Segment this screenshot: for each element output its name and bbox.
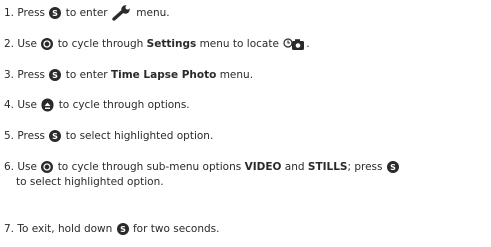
step-text: menu. [219, 69, 254, 81]
step-4: 4. Use to cycle through options. [4, 98, 485, 113]
svg-text:S: S [52, 71, 58, 80]
up-button-icon [41, 98, 54, 112]
step-text: Use [17, 38, 37, 50]
step-text: to cycle through options. [58, 99, 190, 111]
svg-text:S: S [52, 9, 58, 18]
step-6: 6. Use to cycle through sub-menu options… [4, 160, 485, 190]
step-text: To exit, hold down [17, 223, 113, 235]
step-number: 4. [4, 99, 15, 111]
step-text: ; press [347, 161, 383, 173]
select-button-icon: S [116, 223, 129, 235]
step-text: Use [17, 99, 37, 111]
step-number: 2. [4, 38, 15, 50]
step-number: 1. [4, 7, 15, 19]
step-1: 1. Press S to enter menu. [4, 5, 485, 21]
step-7: 7. To exit, hold down S for two seconds. [4, 222, 485, 237]
svg-text:S: S [52, 132, 58, 141]
step-text: to select highlighted option. [65, 130, 214, 142]
step-text: and [284, 161, 305, 173]
step-text: to enter [65, 69, 108, 81]
select-button-icon: S [49, 69, 62, 81]
stills-label: STILLS [307, 161, 348, 173]
step-text: to select highlighted option. [16, 176, 164, 188]
step-text: Press [17, 7, 46, 19]
step-text: to enter [65, 7, 108, 19]
step-text: Press [17, 130, 46, 142]
step-5: 5. Press S to select highlighted option. [4, 129, 485, 144]
video-label: VIDEO [244, 161, 282, 173]
step-text: to cycle through sub-menu options [57, 161, 242, 173]
select-button-icon: S [49, 7, 62, 19]
step-number: 7. [4, 223, 15, 235]
settings-label: Settings [146, 38, 197, 50]
cycle-button-icon [41, 38, 54, 50]
step-number: 3. [4, 69, 15, 81]
step-text: . [306, 38, 310, 50]
svg-text:S: S [390, 163, 396, 172]
wrench-icon [112, 5, 132, 21]
svg-text:S: S [120, 225, 126, 234]
step-text: to cycle through [57, 38, 144, 50]
step-text: menu. [136, 7, 170, 19]
cycle-button-icon [41, 161, 54, 173]
step-text: for two seconds. [132, 223, 220, 235]
select-button-icon: S [49, 130, 62, 142]
step-2: 2. Use to cycle through Settings menu to… [4, 37, 485, 52]
time-lapse-camera-icon [283, 37, 305, 51]
step-3: 3. Press S to enter Time Lapse Photo men… [4, 68, 485, 83]
step-text: menu to locate [199, 38, 279, 50]
step-text: Press [17, 69, 46, 81]
step-number: 6. [4, 161, 15, 173]
select-button-icon: S [386, 161, 399, 173]
step-number: 5. [4, 130, 15, 142]
step-text: Use [17, 161, 37, 173]
time-lapse-photo-label: Time Lapse Photo [110, 69, 217, 81]
